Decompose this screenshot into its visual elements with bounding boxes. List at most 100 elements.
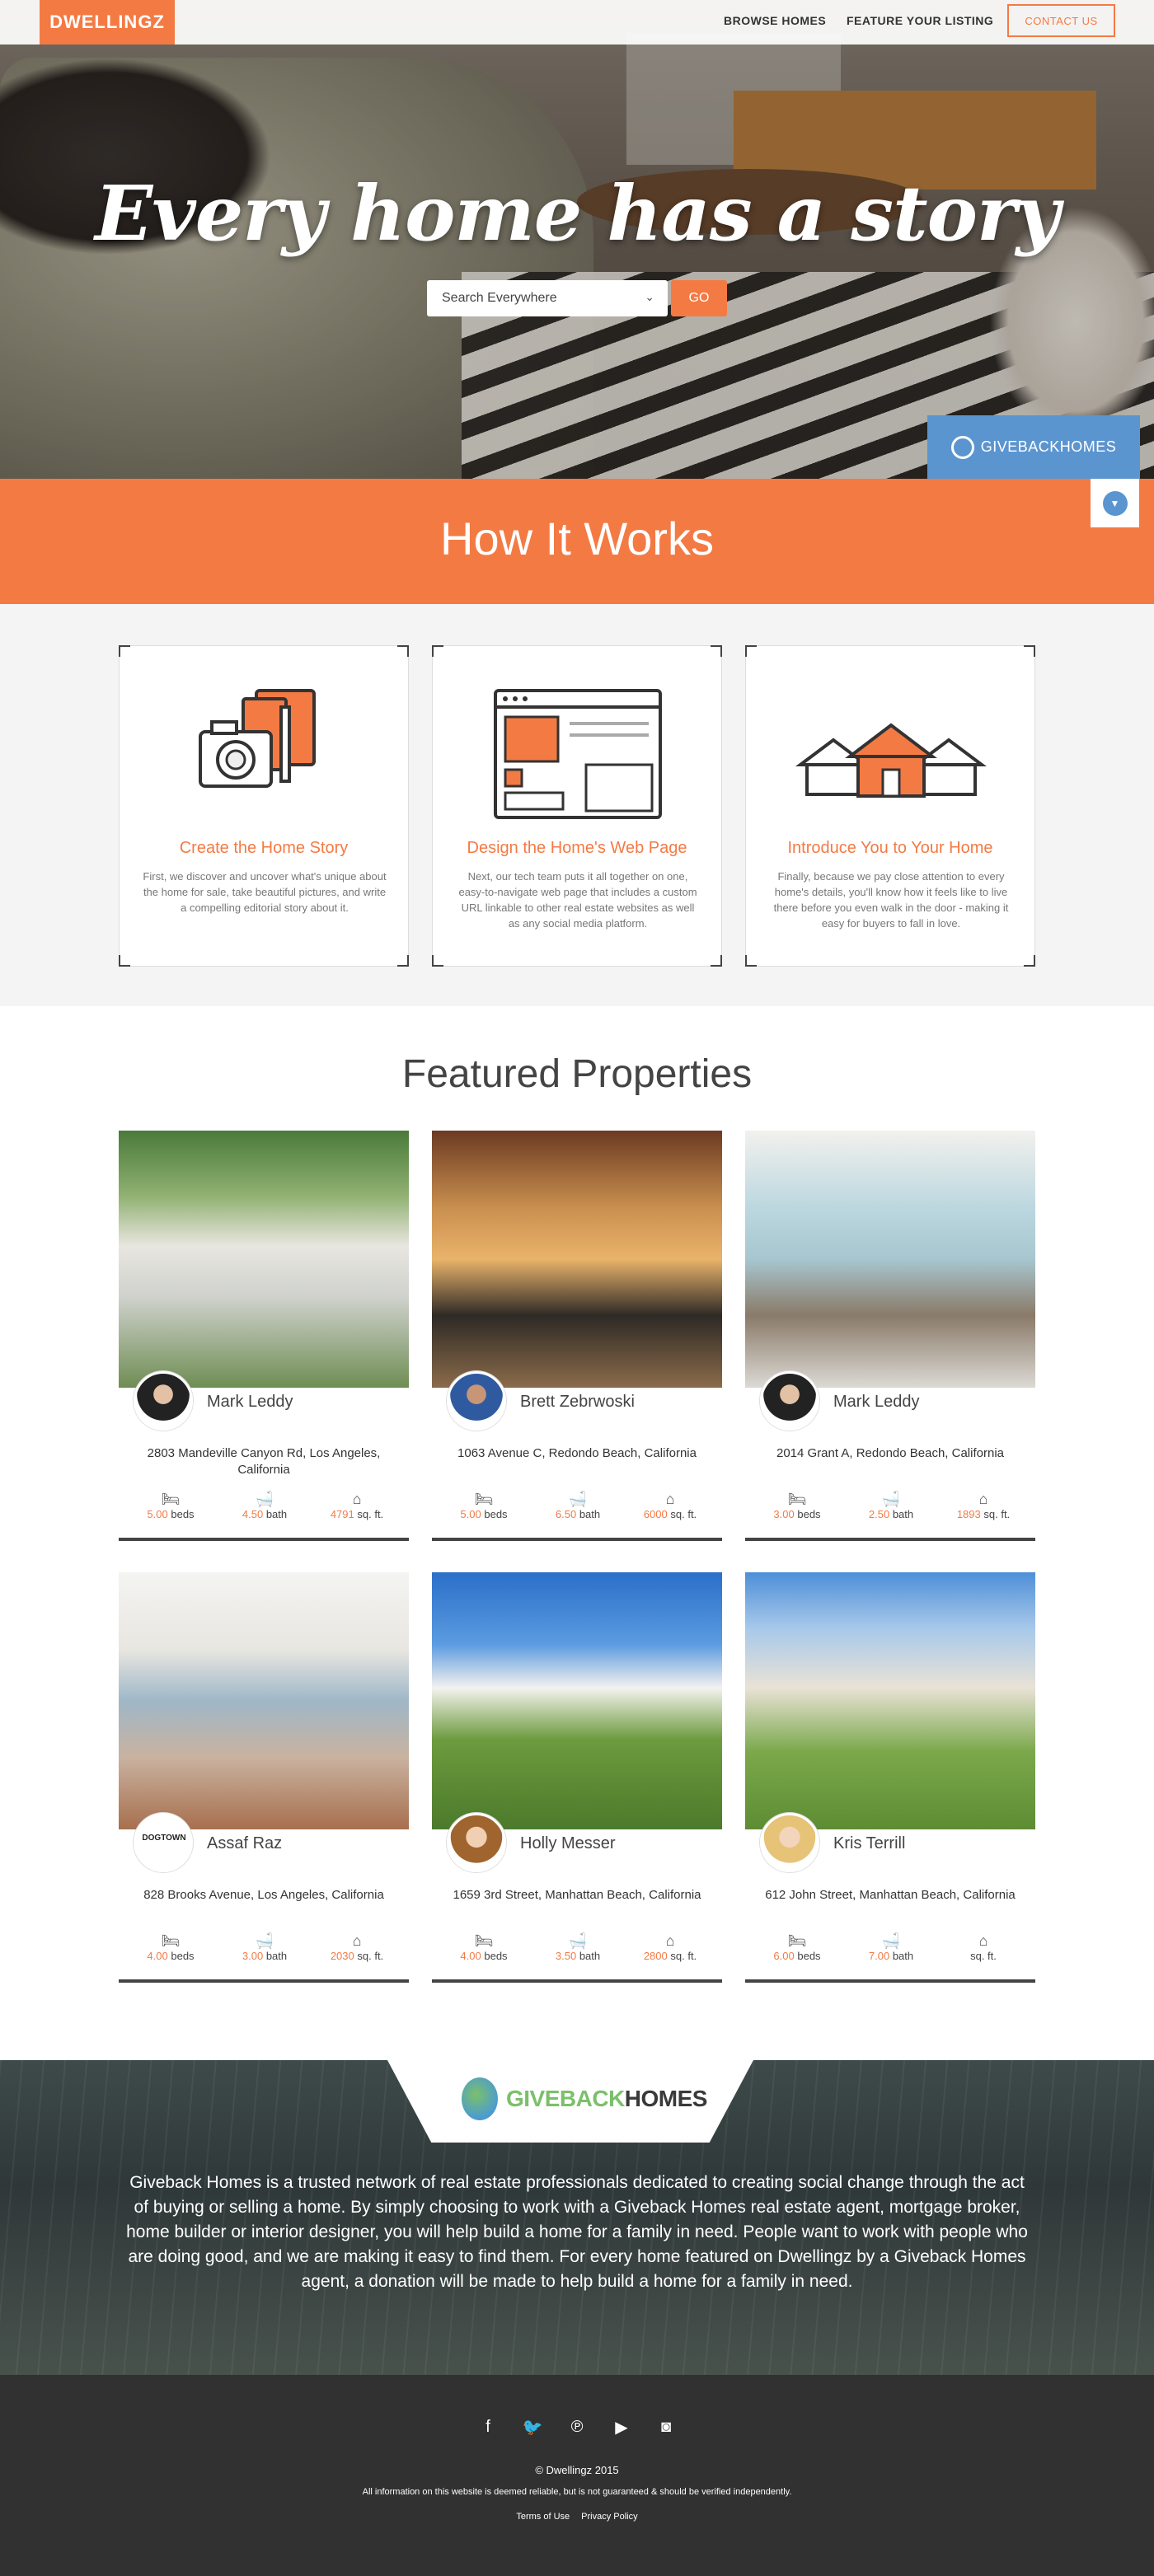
pinterest-icon[interactable]: ℗	[566, 2416, 588, 2438]
stat-beds: 🛏 5.00 beds	[125, 1490, 216, 1520]
agent-name[interactable]: Holly Messer	[520, 1834, 616, 1853]
sqft-label: sq. ft.	[970, 1950, 997, 1962]
brokerage-logo: DOGTOWN	[142, 1834, 186, 1843]
webpage-icon	[494, 689, 662, 819]
search-select[interactable]: Search Everywhere ⌄	[427, 280, 668, 316]
social-links: f 🐦 ℗ ▶ ◙	[0, 2416, 1154, 2438]
property-photo[interactable]	[119, 1131, 409, 1388]
bath-icon: 🛁	[881, 1491, 901, 1507]
beds-value: 3.00	[773, 1508, 795, 1520]
facebook-icon[interactable]: f	[477, 2416, 499, 2438]
how-it-works-title: How It Works	[440, 513, 714, 564]
how-it-works-banner: How It Works ▼	[0, 479, 1154, 621]
stat-sqft: ⌂ 6000 sq. ft.	[625, 1490, 715, 1520]
go-button[interactable]: GO	[671, 280, 727, 316]
sqft-value: 2800	[643, 1950, 668, 1962]
stat-beds: 🛏 4.00 beds	[125, 1932, 216, 1962]
stat-beds: 🛏 3.00 beds	[752, 1490, 842, 1520]
step-card: Introduce You to Your Home Finally, beca…	[745, 645, 1035, 967]
giveback-description: Giveback Homes is a trusted network of r…	[126, 2173, 1028, 2291]
property-photo[interactable]	[432, 1131, 722, 1388]
bath-icon: 🛁	[568, 1491, 588, 1507]
giveback-logo-green: GIVEBACK	[506, 2086, 625, 2111]
corner-mark	[711, 645, 722, 657]
property-photo[interactable]	[119, 1572, 409, 1829]
avatar[interactable]	[760, 1813, 819, 1872]
bed-icon: 🛏	[787, 1491, 807, 1507]
youtube-icon[interactable]: ▶	[611, 2416, 632, 2438]
sqft-label: sq. ft.	[670, 1508, 697, 1520]
bed-icon: 🛏	[161, 1491, 181, 1507]
property-card[interactable]: Mark Leddy 2014 Grant A, Redondo Beach, …	[745, 1131, 1035, 1541]
property-card[interactable]: Kris Terrill 612 John Street, Manhattan …	[745, 1572, 1035, 1983]
home-icon: ⌂	[978, 1932, 988, 1949]
stat-sqft: ⌂ 4791 sq. ft.	[312, 1490, 402, 1520]
beds-value: 4.00	[147, 1950, 168, 1962]
giveback-badge[interactable]: GIVEBACKHOMES	[927, 415, 1140, 479]
property-address[interactable]: 2014 Grant A, Redondo Beach, California	[753, 1445, 1027, 1462]
corner-mark	[119, 645, 130, 657]
property-card[interactable]: Mark Leddy 2803 Mandeville Canyon Rd, Lo…	[119, 1131, 409, 1541]
home-icon: ⌂	[665, 1932, 675, 1949]
property-address[interactable]: 828 Brooks Avenue, Los Angeles, Californ…	[127, 1887, 401, 1904]
scroll-down-button[interactable]: ▼	[1091, 479, 1139, 527]
site-logo[interactable]: DWELLINGZ	[40, 0, 175, 44]
giveback-logo[interactable]: GIVEBACKHOMES	[462, 2075, 709, 2123]
baths-value: 3.00	[242, 1950, 264, 1962]
beds-label: beds	[797, 1950, 821, 1962]
avatar[interactable]	[447, 1813, 506, 1872]
property-address[interactable]: 2803 Mandeville Canyon Rd, Los Angeles, …	[127, 1445, 401, 1478]
corner-mark	[1024, 955, 1035, 967]
privacy-link[interactable]: Privacy Policy	[581, 2512, 637, 2522]
agent-name[interactable]: Mark Leddy	[833, 1393, 920, 1412]
houses-icon	[795, 723, 987, 798]
bath-icon: 🛁	[255, 1932, 274, 1949]
stat-sqft: ⌂ 2800 sq. ft.	[625, 1932, 715, 1962]
avatar[interactable]: DOGTOWN	[134, 1813, 193, 1872]
property-address[interactable]: 612 John Street, Manhattan Beach, Califo…	[753, 1887, 1027, 1904]
bed-icon: 🛏	[787, 1932, 807, 1949]
sqft-value: 6000	[643, 1508, 668, 1520]
bed-icon: 🛏	[474, 1491, 494, 1507]
step-card: Create the Home Story First, we discover…	[119, 645, 409, 967]
hero-title: Every home has a story	[95, 169, 1060, 258]
property-address[interactable]: 1659 3rd Street, Manhattan Beach, Califo…	[440, 1887, 714, 1904]
step-text: Finally, because we pay close attention …	[773, 870, 1009, 930]
avatar[interactable]	[134, 1371, 193, 1431]
property-photo[interactable]	[432, 1572, 722, 1829]
property-address[interactable]: 1063 Avenue C, Redondo Beach, California	[440, 1445, 714, 1462]
corner-mark	[432, 645, 443, 657]
avatar[interactable]	[447, 1371, 506, 1431]
baths-value: 7.00	[868, 1950, 890, 1962]
property-photo[interactable]	[745, 1131, 1035, 1388]
twitter-icon[interactable]: 🐦	[522, 2416, 543, 2438]
agent-name[interactable]: Kris Terrill	[833, 1834, 905, 1853]
stat-beds: 🛏 6.00 beds	[752, 1932, 842, 1962]
property-card[interactable]: DOGTOWN Assaf Raz 828 Brooks Avenue, Los…	[119, 1572, 409, 1983]
agent-name[interactable]: Assaf Raz	[207, 1834, 282, 1853]
terms-link[interactable]: Terms of Use	[516, 2512, 570, 2522]
corner-mark	[397, 955, 409, 967]
stat-baths: 🛁 3.00 bath	[219, 1932, 310, 1962]
contact-us-button[interactable]: CONTACT US	[1007, 4, 1115, 37]
property-card[interactable]: Holly Messer 1659 3rd Street, Manhattan …	[432, 1572, 722, 1983]
giveback-badge-label: GIVEBACKHOMES	[980, 438, 1117, 455]
property-card[interactable]: Brett Zebrwoski 1063 Avenue C, Redondo B…	[432, 1131, 722, 1541]
instagram-icon[interactable]: ◙	[655, 2416, 677, 2438]
search-select-label: Search Everywhere	[442, 291, 557, 305]
agent-name[interactable]: Mark Leddy	[207, 1393, 293, 1412]
globe-icon	[950, 435, 974, 459]
sqft-value: 4791	[330, 1508, 354, 1520]
stat-baths: 🛁 2.50 bath	[846, 1490, 936, 1520]
nav-feature-listing[interactable]: FEATURE YOUR LISTING	[847, 14, 993, 27]
bath-label: bath	[579, 1950, 601, 1962]
nav-browse-homes[interactable]: BROWSE HOMES	[724, 14, 826, 27]
agent-name[interactable]: Brett Zebrwoski	[520, 1393, 635, 1412]
corner-mark	[745, 955, 757, 967]
beds-value: 5.00	[147, 1508, 168, 1520]
property-photo[interactable]	[745, 1572, 1035, 1829]
bath-label: bath	[892, 1950, 914, 1962]
camera-notebook-icon	[199, 689, 316, 788]
avatar[interactable]	[760, 1371, 819, 1431]
stat-sqft: ⌂ sq. ft.	[938, 1932, 1029, 1962]
